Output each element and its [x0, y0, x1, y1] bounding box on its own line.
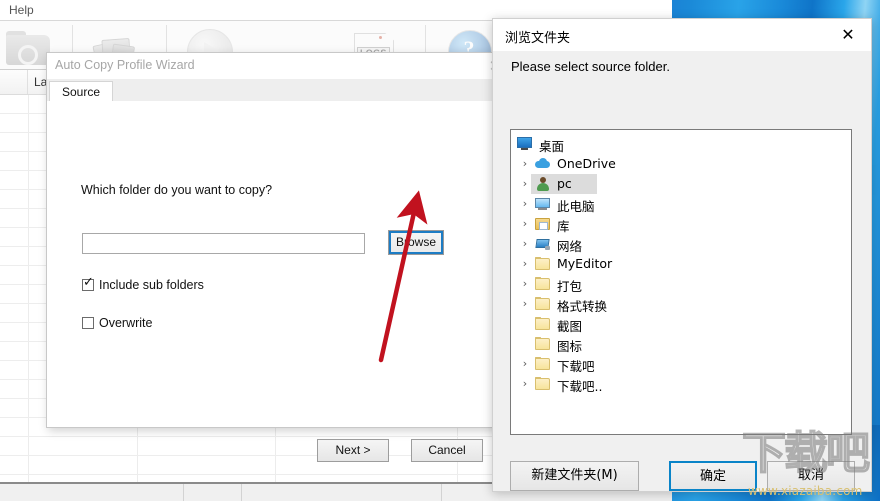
- next-button[interactable]: Next >: [317, 439, 389, 462]
- tree-item-label: 打包: [557, 279, 583, 294]
- new-folder-button[interactable]: 新建文件夹(M): [510, 461, 639, 491]
- chevron-right-icon[interactable]: ›: [519, 178, 531, 190]
- tree-item-此电脑[interactable]: › 此电脑: [511, 194, 851, 215]
- source-folder-input[interactable]: [82, 233, 365, 254]
- folder-icon: [535, 277, 551, 291]
- checkbox-label: Include sub folders: [99, 278, 204, 292]
- tree-item-格式转换[interactable]: › 格式转换: [511, 294, 851, 314]
- chevron-right-icon[interactable]: ›: [519, 218, 531, 230]
- check-mark-icon: ✓: [83, 275, 94, 290]
- chevron-right-icon[interactable]: ›: [519, 378, 531, 390]
- auto-copy-profile-wizard-dialog[interactable]: Auto Copy Profile Wizard ✕ Source Which …: [46, 52, 516, 462]
- computer-icon: [535, 197, 551, 211]
- cloud-icon: [535, 157, 551, 171]
- wizard-title: Auto Copy Profile Wizard: [55, 58, 195, 72]
- cancel-button[interactable]: 取消: [767, 461, 855, 491]
- folder-icon: [535, 357, 551, 371]
- tree-item-label: 桌面: [539, 139, 565, 154]
- tree-item-OneDrive[interactable]: › OneDrive: [511, 154, 851, 174]
- checkbox-label: Overwrite: [99, 316, 153, 330]
- wizard-question-label: Which folder do you want to copy?: [81, 183, 273, 197]
- check-mark-icon: [83, 314, 94, 325]
- browse-button[interactable]: Browse: [388, 230, 444, 255]
- monitor-icon: [517, 137, 533, 151]
- tree-item-label: 库: [557, 219, 570, 234]
- wizard-tab-strip: Source: [47, 79, 515, 103]
- menu-item-help[interactable]: Help: [4, 2, 39, 18]
- chevron-right-icon[interactable]: ›: [519, 298, 531, 310]
- folder-icon: [535, 337, 551, 351]
- folder-icon: [535, 297, 551, 311]
- browse-prompt-label: Please select source folder.: [511, 59, 670, 74]
- tree-item-下载吧..[interactable]: › 下载吧..: [511, 374, 851, 394]
- chevron-right-icon[interactable]: ›: [519, 278, 531, 290]
- tree-item-label: 此电脑: [557, 199, 595, 214]
- chevron-right-icon[interactable]: ›: [519, 258, 531, 270]
- folder-icon: [535, 257, 551, 271]
- wizard-title-bar[interactable]: Auto Copy Profile Wizard ✕: [47, 53, 515, 79]
- tree-item-网络[interactable]: › 网络: [511, 234, 851, 255]
- tree-item-库[interactable]: › 库: [511, 214, 851, 235]
- folder-icon: [535, 317, 551, 331]
- tree-item-label: 下载吧: [557, 359, 595, 374]
- tree-item-label: MyEditor: [557, 256, 613, 271]
- tree-item-桌面[interactable]: 桌面: [511, 134, 851, 154]
- tree-item-label: OneDrive: [557, 156, 616, 171]
- browse-for-folder-dialog[interactable]: 浏览文件夹 ✕ Please select source folder. 桌面 ›…: [492, 18, 872, 492]
- cancel-button[interactable]: Cancel: [411, 439, 483, 462]
- close-icon[interactable]: ✕: [825, 19, 871, 51]
- tree-item-label: pc: [557, 176, 572, 191]
- tree-item-label: 截图: [557, 319, 583, 334]
- network-icon: [535, 237, 551, 251]
- chevron-right-icon[interactable]: ›: [519, 198, 531, 210]
- tree-item-pc[interactable]: › pc: [511, 174, 851, 194]
- chevron-right-icon[interactable]: ›: [519, 158, 531, 170]
- tree-item-label: 图标: [557, 339, 583, 354]
- library-icon: [535, 217, 551, 231]
- tree-item-label: 网络: [557, 239, 583, 254]
- tab-source[interactable]: Source: [49, 81, 114, 103]
- tree-item-图标[interactable]: 图标: [511, 334, 851, 354]
- folder-icon: [535, 377, 551, 391]
- grid-column-header[interactable]: [0, 70, 28, 94]
- browse-dialog-title: 浏览文件夹: [505, 31, 571, 46]
- tree-item-MyEditor[interactable]: › MyEditor: [511, 254, 851, 274]
- wizard-body: Which folder do you want to copy? Browse…: [47, 101, 515, 462]
- tree-item-label: 格式转换: [557, 299, 608, 314]
- tree-item-打包[interactable]: › 打包: [511, 274, 851, 294]
- tree-item-截图[interactable]: 截图: [511, 314, 851, 334]
- screen: Help LOGS ?: [0, 0, 880, 501]
- chevron-right-icon[interactable]: ›: [519, 238, 531, 250]
- browse-title-bar[interactable]: 浏览文件夹 ✕: [493, 19, 871, 51]
- tree-item-下载吧[interactable]: › 下载吧: [511, 354, 851, 374]
- tree-item-label: 下载吧..: [557, 379, 603, 394]
- ok-button[interactable]: 确定: [669, 461, 757, 491]
- user-icon: [535, 177, 551, 191]
- folder-tree[interactable]: 桌面 › OneDrive › pc › 此电脑 › 库 › 网络 › MyEditor › 打包 › 格式转换…: [510, 129, 852, 435]
- chevron-right-icon[interactable]: ›: [519, 358, 531, 370]
